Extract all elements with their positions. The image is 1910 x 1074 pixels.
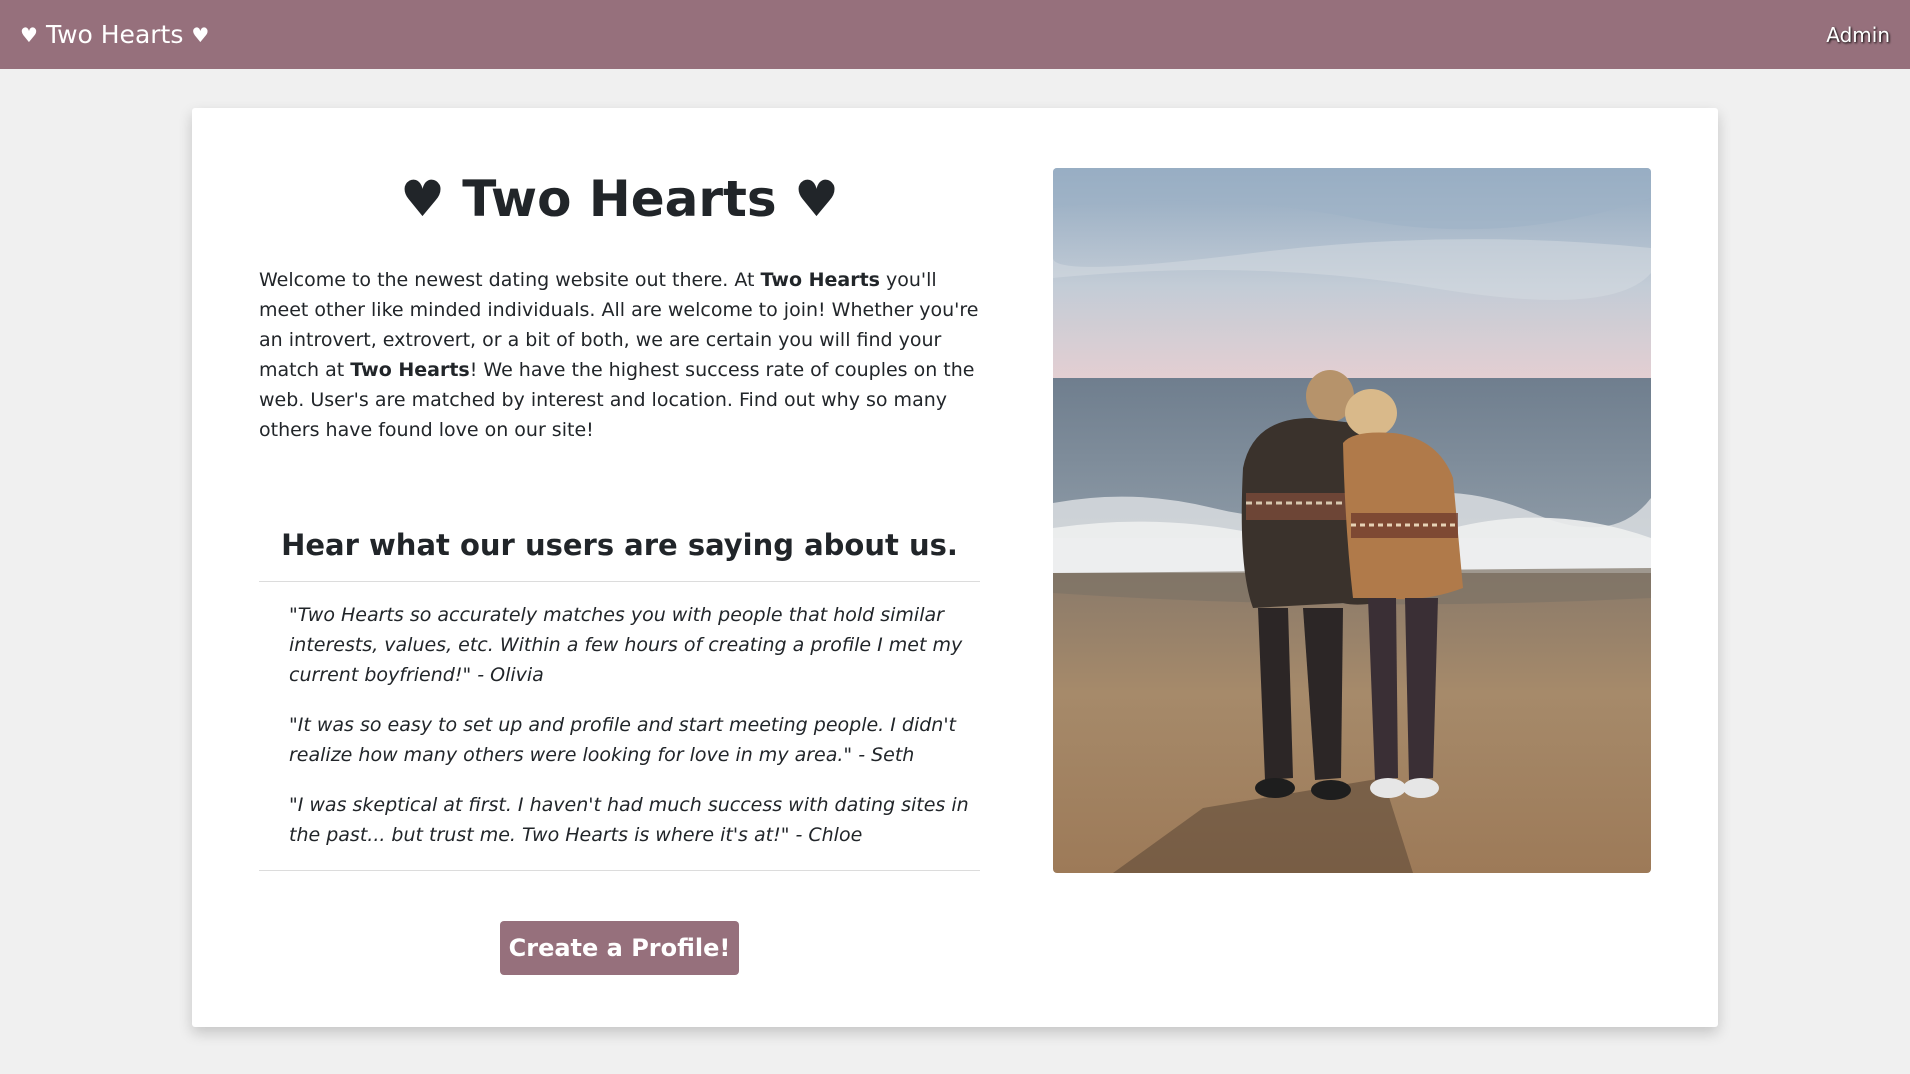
brand-emphasis: Two Hearts (350, 359, 470, 381)
brand-emphasis: Two Hearts (760, 269, 880, 291)
couple-beach-illustration (1053, 168, 1651, 873)
testimonial-quote: "I was skeptical at first. I haven't had… (289, 794, 969, 846)
cta-wrapper: Create a Profile! (259, 921, 980, 975)
create-profile-button[interactable]: Create a Profile! (499, 921, 740, 975)
heart-icon: ♥ (20, 22, 38, 47)
heart-icon: ♥ (191, 22, 210, 47)
testimonial-quote: "Two Hearts so accurately matches you wi… (289, 604, 963, 686)
couple-beach-photo (1053, 168, 1651, 873)
divider (259, 870, 980, 871)
content-card: ♥ Two Hearts ♥ Welcome to the newest dat… (192, 108, 1718, 1027)
top-navbar: ♥ Two Hearts ♥ Admin (0, 0, 1910, 69)
intro-text: Welcome to the newest dating website out… (259, 269, 761, 291)
testimonials-heading: Hear what our users are saying about us. (281, 528, 958, 562)
brand-label: Two Hearts (45, 20, 184, 49)
page-title: ♥ Two Hearts ♥ (400, 170, 839, 228)
admin-link[interactable]: Admin (1826, 23, 1890, 47)
brand-link[interactable]: ♥ Two Hearts ♥ (20, 20, 209, 49)
testimonial-quote: "It was so easy to set up and profile an… (289, 714, 957, 766)
intro-column: ♥ Two Hearts ♥ Welcome to the newest dat… (259, 163, 980, 975)
testimonial-list: "Two Hearts so accurately matches you wi… (259, 600, 980, 850)
intro-paragraph: Welcome to the newest dating website out… (259, 265, 980, 445)
divider (259, 581, 980, 582)
